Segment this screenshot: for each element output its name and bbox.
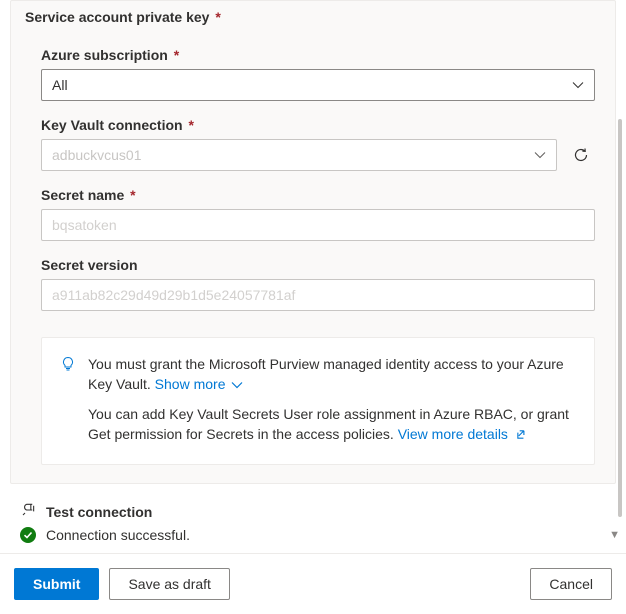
lightbulb-icon [60, 356, 76, 372]
scroll-down-arrow-icon[interactable]: ▼ [609, 529, 620, 541]
field-azure-subscription: Azure subscription * All [41, 47, 595, 101]
cancel-button[interactable]: Cancel [530, 568, 612, 600]
show-more-link[interactable]: Show more [155, 376, 244, 392]
section-title-text: Service account private key [25, 9, 209, 25]
secret-version-label: Secret version [41, 257, 595, 273]
show-more-text: Show more [155, 376, 226, 392]
save-as-draft-button[interactable]: Save as draft [109, 568, 230, 600]
connection-status-row: Connection successful. ▼ [0, 523, 626, 553]
form-body: Azure subscription * All Key Vault conne… [11, 47, 615, 465]
azure-subscription-label: Azure subscription * [41, 47, 595, 63]
form-panel: Service account private key * Azure subs… [10, 0, 616, 484]
plug-icon [20, 502, 36, 521]
secret-version-label-text: Secret version [41, 257, 138, 273]
azure-subscription-value: All [52, 77, 572, 93]
chevron-down-icon [572, 79, 584, 91]
scrollbar[interactable] [618, 119, 622, 517]
chevron-down-icon [534, 149, 546, 161]
chevron-down-icon [231, 379, 243, 391]
test-connection-label: Test connection [46, 504, 152, 520]
submit-button[interactable]: Submit [14, 568, 99, 600]
refresh-button[interactable] [567, 141, 595, 169]
key-vault-connection-placeholder: adbuckvcus01 [52, 147, 534, 163]
field-key-vault-connection: Key Vault connection * adbuckvcus01 [41, 117, 595, 171]
secret-name-input[interactable] [41, 209, 595, 241]
required-asterisk: * [174, 47, 179, 63]
field-secret-version: Secret version [41, 257, 595, 311]
view-more-text: View more details [398, 426, 508, 442]
key-vault-connection-label: Key Vault connection * [41, 117, 595, 133]
required-asterisk: * [130, 187, 135, 203]
key-vault-connection-select[interactable]: adbuckvcus01 [41, 139, 557, 171]
secret-name-label-text: Secret name [41, 187, 124, 203]
secret-name-label: Secret name * [41, 187, 595, 203]
section-title: Service account private key * [11, 1, 615, 31]
view-more-details-link[interactable]: View more details [398, 426, 529, 442]
field-secret-name: Secret name * [41, 187, 595, 241]
required-asterisk: * [215, 9, 220, 25]
secret-version-input[interactable] [41, 279, 595, 311]
connection-status-text: Connection successful. [46, 527, 190, 543]
success-check-icon [20, 527, 36, 543]
azure-subscription-select[interactable]: All [41, 69, 595, 101]
external-link-icon [516, 428, 529, 444]
required-asterisk: * [188, 117, 193, 133]
test-connection-row[interactable]: Test connection [0, 484, 626, 523]
footer-actions: Submit Save as draft Cancel [0, 553, 626, 614]
refresh-icon [573, 147, 589, 163]
azure-subscription-label-text: Azure subscription [41, 47, 168, 63]
info-box: You must grant the Microsoft Purview man… [41, 337, 595, 465]
info-text: You must grant the Microsoft Purview man… [88, 354, 576, 446]
key-vault-connection-label-text: Key Vault connection [41, 117, 183, 133]
